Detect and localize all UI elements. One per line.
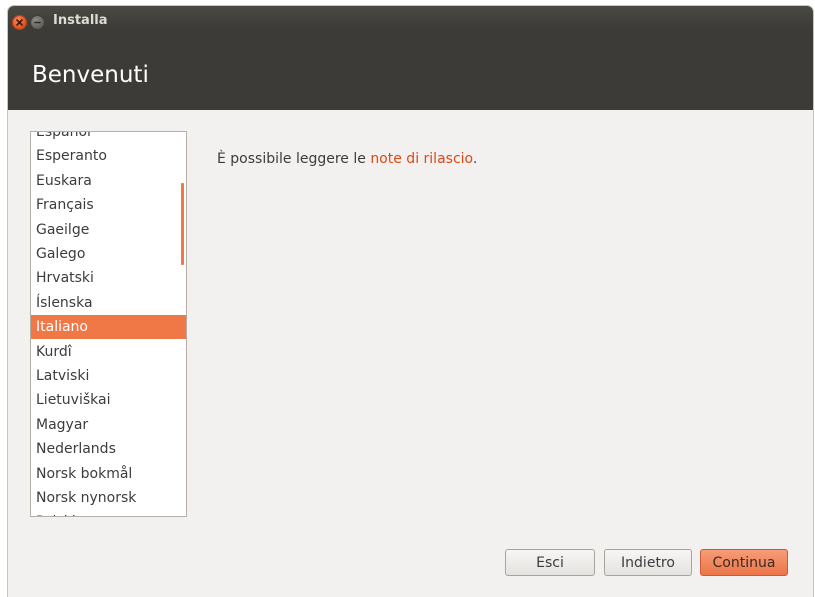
minimize-window-button[interactable] [30,15,45,30]
quit-button[interactable]: Esci [505,549,595,576]
page-title: Benvenuti [32,62,149,88]
language-item[interactable]: Français [31,193,186,217]
language-item[interactable]: Norsk bokmål [31,462,186,486]
minimize-icon [34,21,41,24]
window-title: Installa [53,13,108,28]
release-notes-prefix: È possibile leggere le [217,151,371,167]
language-item[interactable]: Íslenska [31,291,186,315]
close-window-button[interactable] [12,15,27,30]
language-item[interactable]: Norsk nynorsk [31,486,186,510]
installer-window: Installa Benvenuti Español Esperanto Euska… [8,6,813,597]
language-item[interactable]: Latviski [31,364,186,388]
release-notes-suffix: . [472,151,478,167]
back-button[interactable]: Indietro [604,549,692,576]
language-item[interactable]: Euskara [31,169,186,193]
language-list[interactable]: Español Esperanto Euskara Français Gaeilge Ga… [30,131,187,517]
close-icon [16,19,23,26]
language-item[interactable]: Italiano [31,315,186,340]
title-bar: Installa Benvenuti [8,6,813,110]
language-item[interactable]: Lietuviškai [31,388,186,412]
language-item[interactable]: Hrvatski [31,266,186,290]
language-item[interactable]: Polski [31,510,186,516]
language-item[interactable]: Kurdî [31,340,186,364]
language-item[interactable]: Magyar [31,413,186,437]
continue-button[interactable]: Continua [700,549,788,576]
language-item[interactable]: Esperanto [31,144,186,168]
release-notes-text: È possibile leggere le note di rilascio. [217,151,477,167]
language-item[interactable]: Nederlands [31,437,186,461]
language-item[interactable]: Español [31,132,186,144]
release-notes-link[interactable]: note di rilascio [370,151,473,167]
language-item[interactable]: Galego [31,242,186,266]
language-item[interactable]: Gaeilge [31,218,186,242]
